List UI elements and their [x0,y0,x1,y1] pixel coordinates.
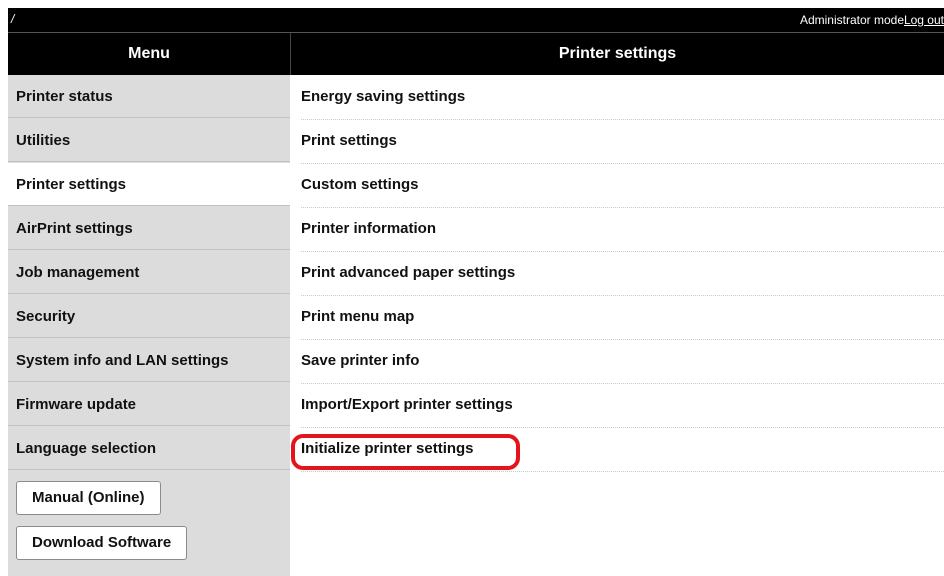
row-divider [301,471,944,472]
settings-list: Energy saving settings Print settings Cu… [290,75,944,576]
sidebar-item-printer-status[interactable]: Printer status [8,75,290,118]
sidebar-item-system-info-lan[interactable]: System info and LAN settings [8,339,290,382]
list-item-print-menu-map[interactable]: Print menu map [290,295,944,339]
list-item-print-settings[interactable]: Print settings [290,119,944,163]
breadcrumb: / [11,12,15,26]
sidebar-item-airprint-settings[interactable]: AirPrint settings [8,207,290,250]
list-item-save-printer-info[interactable]: Save printer info [290,339,944,383]
sidebar-item-language-selection[interactable]: Language selection [8,427,290,470]
list-item-custom-settings[interactable]: Custom settings [290,163,944,207]
list-item-printer-information[interactable]: Printer information [290,207,944,251]
sidebar-item-utilities[interactable]: Utilities [8,119,290,162]
sidebar: Printer status Utilities Printer setting… [8,75,290,576]
mode-label: Administrator mode [799,13,904,27]
list-item-initialize-printer-settings[interactable]: Initialize printer settings [290,427,944,471]
app-frame: / Administrator mode Log out Menu Printe… [8,8,944,576]
sidebar-item-firmware-update[interactable]: Firmware update [8,383,290,426]
sidebar-item-printer-settings[interactable]: Printer settings [8,163,290,206]
menu-title: Menu [128,45,170,62]
top-bar: / Administrator mode Log out [8,8,944,32]
list-item-advanced-paper-settings[interactable]: Print advanced paper settings [290,251,944,295]
list-item-energy-saving[interactable]: Energy saving settings [290,75,944,119]
sidebar-item-security[interactable]: Security [8,295,290,338]
page-title: Printer settings [558,45,677,62]
download-software-button[interactable]: Download Software [16,526,188,560]
logout-link[interactable]: Log out [904,13,944,27]
manual-online-button[interactable]: Manual (Online) [16,481,161,515]
sidebar-item-job-management[interactable]: Job management [8,251,290,294]
list-item-import-export[interactable]: Import/Export printer settings [290,383,944,427]
header-bar: Menu Printer settings [8,33,944,75]
